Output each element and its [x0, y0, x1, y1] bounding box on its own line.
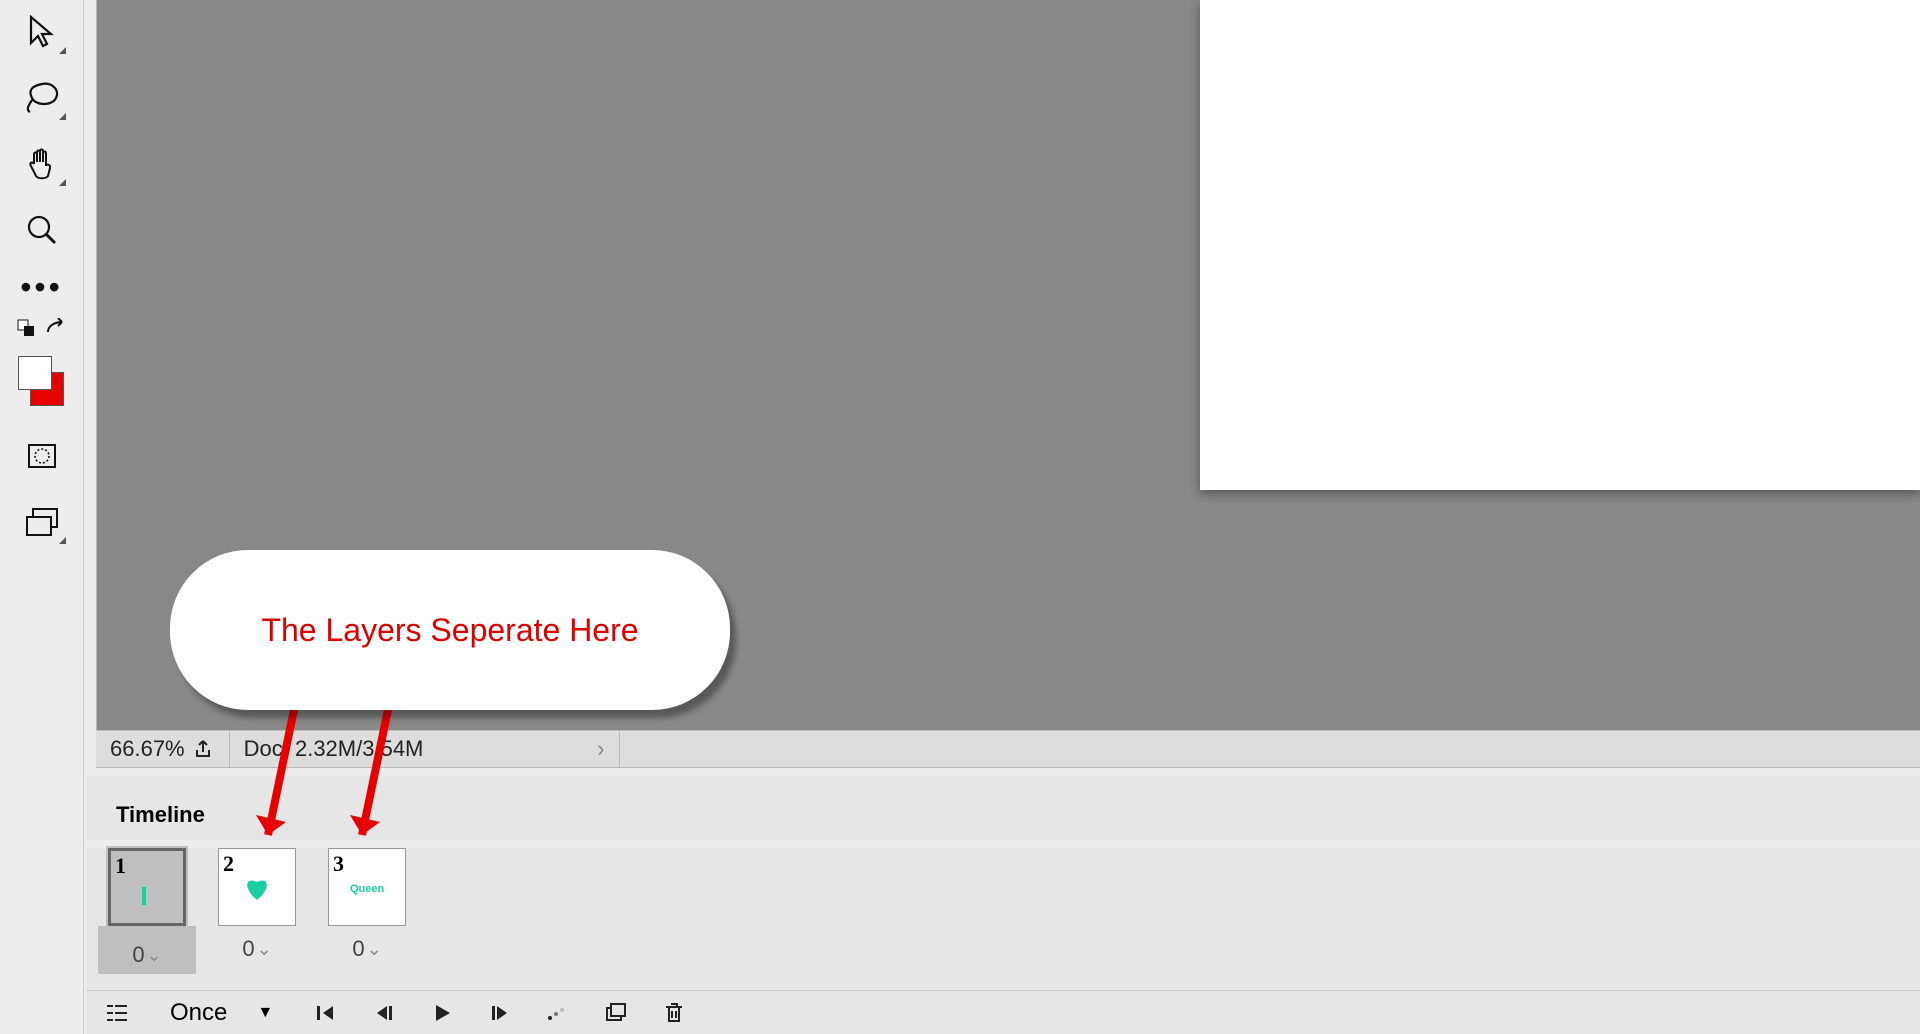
chevron-down-icon: ⌄	[257, 939, 272, 960]
quick-mask-tool[interactable]	[14, 430, 70, 482]
first-frame-button[interactable]	[311, 998, 341, 1028]
zoom-tool[interactable]	[14, 204, 70, 256]
frame-duration[interactable]: 0⌄	[218, 936, 296, 962]
play-icon	[431, 1002, 453, 1024]
annotation-callout: The Layers Seperate Here	[170, 550, 730, 710]
zoom-value: 66.67%	[110, 736, 185, 762]
annotation-text: The Layers Seperate Here	[261, 612, 638, 649]
lasso-tool[interactable]	[14, 72, 70, 124]
frame-duration[interactable]: 0⌄	[108, 942, 186, 968]
color-swatches[interactable]	[14, 354, 70, 410]
first-frame-icon	[315, 1002, 337, 1024]
foreground-color-swatch[interactable]	[18, 356, 52, 390]
prev-frame-icon	[373, 1002, 395, 1024]
magnifier-icon	[25, 213, 59, 247]
chevron-down-icon: ⌄	[147, 945, 162, 966]
quick-mask-icon	[27, 443, 57, 469]
ellipsis-icon: •••	[20, 282, 63, 292]
tools-toolbar: •••	[0, 0, 84, 1034]
timeline-options-button[interactable]	[102, 998, 132, 1028]
swap-colors-icon[interactable]	[44, 318, 68, 340]
delete-frame-button[interactable]	[659, 998, 689, 1028]
default-colors-icon[interactable]	[16, 318, 38, 340]
lasso-icon	[22, 80, 62, 116]
frame-content-icon	[112, 852, 182, 922]
timeline-tab-label: Timeline	[116, 802, 205, 827]
play-button[interactable]	[427, 998, 457, 1028]
screen-mode-icon	[25, 507, 59, 537]
frame-duration[interactable]: 0⌄	[328, 936, 406, 962]
annotation-arrow-1	[256, 700, 316, 870]
tween-icon	[545, 1002, 571, 1024]
frame-thumbnail[interactable]: 1	[108, 848, 186, 926]
artboard[interactable]	[1200, 0, 1920, 490]
more-tools[interactable]: •••	[14, 270, 70, 304]
tween-button[interactable]	[543, 998, 573, 1028]
next-frame-icon	[489, 1002, 511, 1024]
share-icon[interactable]	[193, 738, 215, 760]
timeline-frame-1[interactable]: 1 0⌄	[98, 848, 196, 974]
timeline-playback-bar: Once ▼	[86, 990, 1920, 1034]
hand-icon	[24, 146, 60, 182]
cursor-icon	[27, 15, 57, 49]
prev-frame-button[interactable]	[369, 998, 399, 1028]
duplicate-icon	[604, 1002, 628, 1024]
hand-tool[interactable]	[14, 138, 70, 190]
duplicate-frame-button[interactable]	[601, 998, 631, 1028]
zoom-level[interactable]: 66.67%	[96, 731, 230, 767]
swap-colors-row	[12, 318, 72, 340]
annotation-arrow-2	[350, 700, 410, 870]
svg-text:Queen: Queen	[350, 883, 385, 895]
chevron-right-icon: ›	[597, 736, 604, 762]
list-icon	[105, 1002, 129, 1024]
next-frame-button[interactable]	[485, 998, 515, 1028]
trash-icon	[663, 1001, 685, 1025]
loop-mode-select[interactable]: Once ▼	[170, 999, 273, 1027]
move-tool[interactable]	[14, 6, 70, 58]
screen-mode-tool[interactable]	[14, 496, 70, 548]
dropdown-triangle-icon: ▼	[257, 1004, 273, 1022]
loop-mode-label: Once	[170, 999, 227, 1027]
timeline-tab[interactable]: Timeline	[100, 796, 221, 834]
chevron-down-icon: ⌄	[367, 939, 382, 960]
